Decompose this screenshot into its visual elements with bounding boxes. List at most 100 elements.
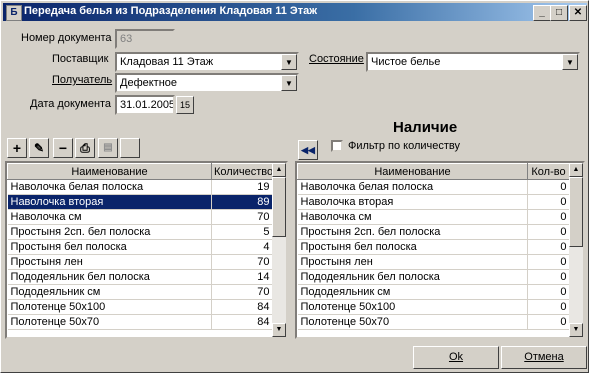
cell-qty: 0 [527,314,570,330]
table-row[interactable]: Пододеяльник бел полоска 0 [297,269,570,285]
table-row[interactable]: Полотенце 50х70 84 [7,314,273,330]
table-row[interactable]: Наволочка белая полоска 19 [7,179,273,195]
title-bar[interactable]: Б Передача белья из Подразделения Кладов… [3,3,587,21]
left-table: Наименование Количество Наволочка белая … [7,163,273,330]
cell-qty: 0 [527,254,570,270]
col-header-name[interactable]: Наименование [297,163,528,180]
details-icon[interactable]: ▤ [98,138,118,158]
transfer-left-icon[interactable]: ◀◀ [298,140,318,160]
table-row[interactable]: Пододеяльник см 70 [7,284,273,300]
receiver-value: Дефектное [120,77,178,89]
col-header-name[interactable]: Наименование [7,163,212,180]
table-row[interactable]: Простыня лен 0 [297,254,570,270]
cell-name: Полотенце 50х70 [297,314,528,330]
cell-name: Полотенце 50х100 [7,299,212,315]
window-title: Передача белья из Подразделения Кладовая… [24,5,318,17]
ok-button[interactable]: Ok [413,346,499,369]
table-row[interactable]: Наволочка белая полоска 0 [297,179,570,195]
cell-qty: 0 [527,179,570,195]
table-row[interactable]: Наволочка см 0 [297,209,570,225]
table-row-selected[interactable]: Наволочка вторая 89 [7,194,273,210]
cell-qty: 84 [211,299,273,315]
scroll-thumb[interactable] [272,177,286,237]
ok-label: Ok [448,351,464,363]
chevron-down-icon[interactable]: ▼ [562,54,578,70]
cell-qty: 70 [211,254,273,270]
table-row[interactable]: Простыня бел полоска 4 [7,239,273,255]
table-row[interactable]: Простыня 2сп. бел полоска 5 [7,224,273,240]
availability-title: Наличие [393,119,458,136]
scroll-thumb[interactable] [569,177,583,247]
cell-qty: 5 [211,224,273,240]
print-icon[interactable]: ⎙ [75,138,95,158]
cell-qty: 14 [211,269,273,285]
cell-qty: 0 [527,239,570,255]
cell-name: Пододеяльник бел полоска [7,269,212,285]
edit-icon[interactable]: ✎ [29,138,49,158]
supplier-combo[interactable]: Кладовая 11 Этаж ▼ [115,52,299,72]
table-row[interactable]: Простыня лен 70 [7,254,273,270]
cell-qty: 0 [527,194,570,210]
cell-name: Простыня 2сп. бел полоска [7,224,212,240]
date-label: Дата документа [30,98,112,110]
table-row[interactable]: Полотенце 50х100 0 [297,299,570,315]
calendar-icon[interactable]: 15 [176,96,194,114]
state-label: Состояние [309,53,364,65]
state-combo[interactable]: Чистое белье ▼ [366,52,580,72]
supplier-value: Кладовая 11 Этаж [120,56,214,68]
cell-qty: 0 [527,209,570,225]
table-row[interactable]: Наволочка вторая 0 [297,194,570,210]
table-row[interactable]: Простыня бел полоска 0 [297,239,570,255]
table-row[interactable]: Полотенце 50х70 0 [297,314,570,330]
cell-qty: 0 [527,284,570,300]
cell-name: Пододеяльник см [7,284,212,300]
table-row[interactable]: Простыня 2сп. бел полоска 0 [297,224,570,240]
scroll-down-icon[interactable]: ▼ [569,323,583,337]
scroll-down-icon[interactable]: ▼ [272,323,286,337]
cell-qty: 84 [211,314,273,330]
cell-name: Полотенце 50х70 [7,314,212,330]
cell-qty: 0 [527,269,570,285]
cell-qty: 4 [211,239,273,255]
chevron-down-icon[interactable]: ▼ [281,75,297,91]
cell-name: Простыня 2сп. бел полоска [297,224,528,240]
add-icon[interactable]: + [7,138,27,158]
cell-name: Простыня лен [7,254,212,270]
table-row[interactable]: Полотенце 50х100 84 [7,299,273,315]
cell-name: Наволочка белая полоска [297,179,528,195]
dialog-window: Б Передача белья из Подразделения Кладов… [0,0,589,373]
right-scrollbar[interactable]: ▲ ▼ [569,163,583,337]
chevron-down-icon[interactable]: ▼ [281,54,297,70]
cell-name: Наволочка белая полоска [7,179,212,195]
scroll-up-icon[interactable]: ▲ [569,163,583,177]
table-row[interactable]: Пододеяльник см 0 [297,284,570,300]
cell-name: Наволочка см [297,209,528,225]
blank-button[interactable] [120,138,140,158]
cancel-button[interactable]: Отмена [501,346,587,369]
minimize-button[interactable]: _ [533,5,551,21]
remove-icon[interactable]: − [53,138,73,158]
maximize-button[interactable]: □ [550,5,568,21]
table-row[interactable]: Наволочка см 70 [7,209,273,225]
cell-name: Простыня лен [297,254,528,270]
date-field[interactable]: 31.01.2005 [115,95,175,115]
receiver-combo[interactable]: Дефектное ▼ [115,73,299,93]
cell-qty: 0 [527,299,570,315]
state-value: Чистое белье [371,56,441,68]
supplier-label: Поставщик [52,53,109,65]
left-grid: Наименование Количество Наволочка белая … [5,161,288,339]
left-scrollbar[interactable]: ▲ ▼ [272,163,286,337]
cell-qty: 89 [211,194,273,210]
cancel-label: Отмена [524,351,564,363]
col-header-qty[interactable]: Количество [211,163,273,180]
table-row[interactable]: Пододеяльник бел полоска 14 [7,269,273,285]
cell-name: Наволочка вторая [297,194,528,210]
scroll-up-icon[interactable]: ▲ [272,163,286,177]
col-header-qty[interactable]: Кол-во [527,163,570,180]
close-button[interactable]: ✕ [569,5,587,21]
cell-name: Наволочка вторая [7,194,212,210]
filter-checkbox[interactable] [331,140,343,152]
cell-qty: 70 [211,209,273,225]
cell-name: Наволочка см [7,209,212,225]
cell-name: Простыня бел полоска [7,239,212,255]
